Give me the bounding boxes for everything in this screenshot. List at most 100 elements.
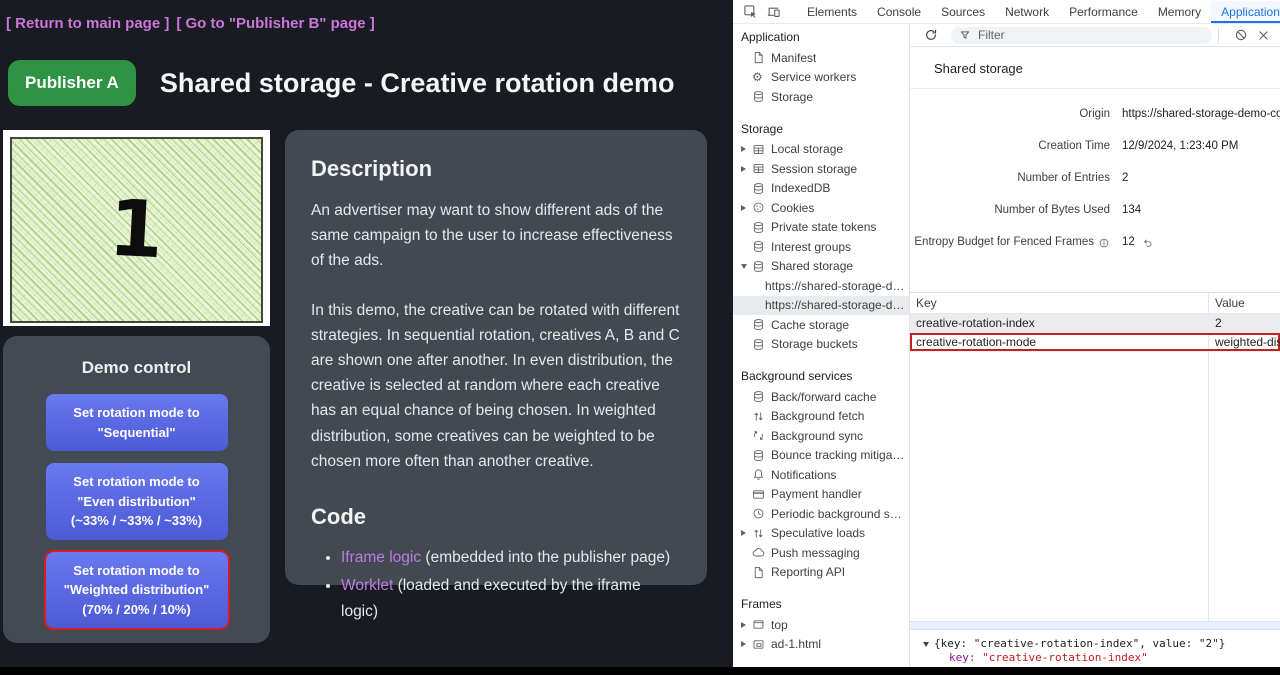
tab-console[interactable]: Console xyxy=(867,1,931,23)
close-icon[interactable] xyxy=(1257,29,1270,42)
sidebar-item-ad-1-html[interactable]: ad-1.html xyxy=(733,635,909,655)
sidebar-item-indexeddb[interactable]: IndexedDB xyxy=(733,179,909,199)
sidebar-item-speculative-loads[interactable]: Speculative loads xyxy=(733,524,909,544)
sidebar-item-periodic-background-s[interactable]: Periodic background s… xyxy=(733,504,909,524)
preview-entry-value: "creative-rotation-index" xyxy=(982,651,1148,664)
metadata-label-text: Number of Bytes Used xyxy=(994,201,1110,220)
sidebar-item-local-storage[interactable]: Local storage xyxy=(733,140,909,160)
expander-icon[interactable] xyxy=(741,622,752,628)
devtools-body: ApplicationManifest⚙Service workersStora… xyxy=(733,24,1280,667)
sidebar-item-label: Interest groups xyxy=(771,240,851,254)
devtools-main-panel: Shared storage Origin https://shared-stor… xyxy=(910,24,1280,667)
value-column-header[interactable]: Value xyxy=(1208,296,1280,310)
fetch-icon xyxy=(752,410,771,423)
refresh-icon[interactable] xyxy=(920,28,942,42)
code-link[interactable]: Worklet xyxy=(341,577,393,594)
sidebar-item-label: Session storage xyxy=(771,162,857,176)
tab-application[interactable]: Application xyxy=(1211,1,1280,23)
shared-storage-content: Shared storage Origin https://shared-stor… xyxy=(910,47,1280,667)
kv-table: Key Value creative-rotation-index2creati… xyxy=(910,292,1280,621)
rotation-mode-button[interactable]: Set rotation mode to"Sequential" xyxy=(46,394,228,451)
metadata-label-text: Creation Time xyxy=(1038,137,1110,156)
info-icon[interactable] xyxy=(1098,237,1110,249)
expander-icon[interactable] xyxy=(741,264,752,269)
sidebar-item-session-storage[interactable]: Session storage xyxy=(733,159,909,179)
sidebar-item-https-shared-storage-d[interactable]: https://shared-storage-d… xyxy=(733,276,909,296)
expander-icon[interactable] xyxy=(741,530,752,536)
sidebar-item-back-forward-cache[interactable]: Back/forward cache xyxy=(733,387,909,407)
expander-icon[interactable] xyxy=(741,146,752,152)
sidebar-item-notifications[interactable]: Notifications xyxy=(733,465,909,485)
shared-storage-title: Shared storage xyxy=(910,47,1280,89)
preview-summary: {key: "creative-rotation-index", value: … xyxy=(934,637,1225,651)
button-label-line: Set rotation mode to xyxy=(52,561,222,581)
expander-icon[interactable] xyxy=(923,642,929,647)
sidebar-item-label: top xyxy=(771,618,788,632)
sidebar-item-shared-storage[interactable]: Shared storage xyxy=(733,257,909,277)
devtools-window: ElementsConsoleSourcesNetworkPerformance… xyxy=(733,0,1280,667)
panel-toolbar xyxy=(910,24,1280,47)
nav-link[interactable]: [ Go to "Publisher B" page ] xyxy=(176,15,374,32)
toolbar-divider xyxy=(1218,28,1219,43)
rotation-mode-button[interactable]: Set rotation mode to"Weighted distributi… xyxy=(46,552,228,629)
delete-all-icon[interactable] xyxy=(1234,28,1248,42)
devtools-tabbar: ElementsConsoleSourcesNetworkPerformance… xyxy=(733,0,1280,24)
sidebar-item-top[interactable]: top xyxy=(733,615,909,635)
tab-memory[interactable]: Memory xyxy=(1148,1,1211,23)
sidebar-item-background-sync[interactable]: Background sync xyxy=(733,426,909,446)
preview-divider[interactable] xyxy=(910,621,1280,630)
key-column-header[interactable]: Key xyxy=(910,296,1208,310)
tab-performance[interactable]: Performance xyxy=(1059,1,1148,23)
code-list: Iframe logic (embedded into the publishe… xyxy=(311,545,681,623)
sidebar-item-cache-storage[interactable]: Cache storage xyxy=(733,315,909,335)
inspect-element-icon[interactable] xyxy=(739,4,762,19)
code-link[interactable]: Iframe logic xyxy=(341,549,421,566)
filter-box[interactable] xyxy=(951,27,1212,44)
sidebar-item-background-fetch[interactable]: Background fetch xyxy=(733,407,909,427)
sync-icon xyxy=(752,429,771,442)
device-toolbar-icon[interactable] xyxy=(762,4,785,19)
sidebar-item-label: Speculative loads xyxy=(771,526,865,540)
sidebar-item-cookies[interactable]: Cookies xyxy=(733,198,909,218)
sidebar-item-manifest[interactable]: Manifest xyxy=(733,48,909,68)
sidebar-item-storage-buckets[interactable]: Storage buckets xyxy=(733,335,909,355)
button-label-line: "Sequential" xyxy=(52,423,222,443)
ad-creative-canvas: 1 xyxy=(10,137,263,323)
sidebar-item-storage[interactable]: Storage xyxy=(733,87,909,107)
expander-icon[interactable] xyxy=(741,205,752,211)
table-row[interactable]: creative-rotation-index2 xyxy=(910,314,1280,333)
metadata-label-text: Origin xyxy=(1079,105,1110,124)
sidebar-item-payment-handler[interactable]: Payment handler xyxy=(733,485,909,505)
metadata-label: Origin xyxy=(910,105,1110,124)
expander-icon[interactable] xyxy=(741,166,752,172)
metadata-value-text: https://shared-storage-demo-co xyxy=(1122,105,1280,124)
tab-elements[interactable]: Elements xyxy=(797,1,867,23)
description-heading: Description xyxy=(311,151,681,187)
clock-icon xyxy=(752,507,771,520)
sidebar-item-private-state-tokens[interactable]: Private state tokens xyxy=(733,218,909,238)
table-row[interactable]: creative-rotation-modeweighted-distribut… xyxy=(910,333,1280,352)
sidebar-item-service-workers[interactable]: ⚙Service workers xyxy=(733,68,909,88)
sidebar-item-interest-groups[interactable]: Interest groups xyxy=(733,237,909,257)
database-icon xyxy=(752,182,771,195)
creative-number: 1 xyxy=(107,190,165,271)
demo-buttons: Set rotation mode to"Sequential"Set rota… xyxy=(3,394,270,628)
nav-link[interactable]: [ Return to main page ] xyxy=(6,15,169,32)
tab-sources[interactable]: Sources xyxy=(931,1,995,23)
reset-budget-icon[interactable] xyxy=(1142,237,1154,249)
document-icon xyxy=(752,566,771,579)
sidebar-item-bounce-tracking-mitiga[interactable]: Bounce tracking mitiga… xyxy=(733,446,909,466)
expander-icon[interactable] xyxy=(741,641,752,647)
table-icon xyxy=(752,143,771,156)
cloud-icon xyxy=(752,546,771,559)
bell-icon xyxy=(752,468,771,481)
sidebar-item-label: https://shared-storage-d… xyxy=(765,279,904,293)
tab-network[interactable]: Network xyxy=(995,1,1059,23)
filter-input[interactable] xyxy=(976,27,1204,43)
sidebar-section-header: Application xyxy=(733,24,909,48)
nav-links: [ Return to main page ] [ Go to "Publishe… xyxy=(0,0,733,32)
sidebar-item-https-shared-storage-d[interactable]: https://shared-storage-d… xyxy=(733,296,909,316)
sidebar-item-push-messaging[interactable]: Push messaging xyxy=(733,543,909,563)
rotation-mode-button[interactable]: Set rotation mode to"Even distribution"(… xyxy=(46,463,228,540)
sidebar-item-reporting-api[interactable]: Reporting API xyxy=(733,563,909,583)
